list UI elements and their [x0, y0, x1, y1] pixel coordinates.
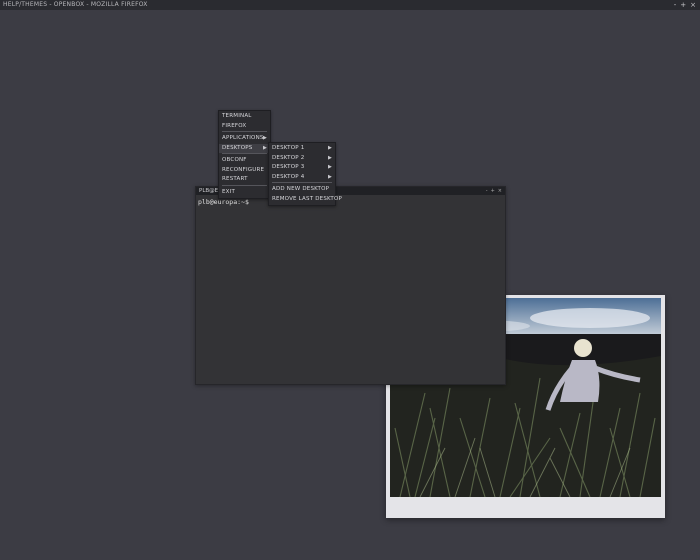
- submenu-arrow-icon: ▶: [327, 164, 332, 170]
- submenu-item-desktop-4[interactable]: DESKTOP 4 ▶: [269, 173, 335, 183]
- submenu-arrow-icon: ▶: [262, 144, 267, 151]
- submenu-item-desktop-2[interactable]: DESKTOP 2 ▶: [269, 154, 335, 164]
- menu-item-label: TERMINAL: [222, 113, 252, 119]
- submenu-arrow-icon: ▶: [327, 145, 332, 151]
- maximize-button[interactable]: +: [680, 0, 686, 10]
- menu-item-desktops[interactable]: DESKTOPS ▶: [219, 143, 270, 153]
- submenu-item-add-new-desktop[interactable]: ADD NEW DESKTOP: [269, 185, 335, 195]
- submenu-arrow-icon: ▶: [327, 154, 332, 161]
- submenu-arrow-icon: ▶: [262, 135, 267, 141]
- terminal-window[interactable]: PLB@EU - + × plb@europa:~$: [195, 186, 506, 385]
- terminal-maximize-button[interactable]: +: [491, 187, 495, 195]
- window-titlebar: HELP/THEMES - OPENBOX - MOZILLA FIREFOX …: [0, 0, 700, 10]
- menu-item-label: RESTART: [222, 176, 248, 182]
- menu-item-firefox[interactable]: FIREFOX: [219, 122, 270, 132]
- menu-item-terminal[interactable]: TERMINAL: [219, 112, 270, 122]
- terminal-controls: - + ×: [486, 187, 502, 195]
- terminal-close-button[interactable]: ×: [498, 187, 502, 195]
- menu-item-label: OBCONF: [222, 157, 247, 163]
- root-menu: TERMINAL FIREFOX APPLICATIONS ▶ DESKTOPS…: [218, 110, 271, 199]
- menu-item-label: DESKTOP 4: [272, 173, 305, 180]
- menu-item-restart[interactable]: RESTART: [219, 175, 270, 185]
- menu-item-label: EXIT: [222, 188, 236, 195]
- menu-item-exit[interactable]: EXIT: [219, 188, 270, 198]
- menu-separator: [222, 131, 267, 132]
- close-button[interactable]: ×: [690, 0, 696, 10]
- menu-item-obconf[interactable]: OBCONF: [219, 156, 270, 166]
- minimize-button[interactable]: -: [674, 0, 677, 10]
- submenu-item-desktop-3[interactable]: DESKTOP 3 ▶: [269, 163, 335, 173]
- terminal-prompt[interactable]: plb@europa:~$: [198, 198, 249, 206]
- menu-separator: [222, 153, 267, 154]
- submenu-item-remove-last-desktop[interactable]: REMOVE LAST DESKTOP: [269, 195, 342, 205]
- menu-item-reconfigure[interactable]: RECONFIGURE: [219, 166, 270, 176]
- menu-item-label: APPLICATIONS: [222, 135, 264, 141]
- submenu-arrow-icon: ▶: [327, 173, 332, 180]
- window-controls: - + ×: [674, 0, 696, 10]
- submenu-item-desktop-1[interactable]: DESKTOP 1 ▶: [269, 144, 335, 154]
- terminal-minimize-button[interactable]: -: [486, 187, 488, 195]
- menu-item-label: DESKTOP 3: [272, 164, 305, 170]
- menu-item-label: DESKTOPS: [222, 144, 253, 151]
- menu-item-label: DESKTOP 1: [272, 145, 305, 151]
- menu-separator: [222, 184, 267, 186]
- menu-item-label: ADD NEW DESKTOP: [272, 186, 330, 192]
- menu-item-label: REMOVE LAST DESKTOP: [272, 195, 342, 202]
- window-title: HELP/THEMES - OPENBOX - MOZILLA FIREFOX: [3, 1, 148, 8]
- menu-item-label: DESKTOP 2: [272, 154, 305, 161]
- menu-separator: [272, 182, 332, 183]
- desktops-submenu: DESKTOP 1 ▶ DESKTOP 2 ▶ DESKTOP 3 ▶ DESK…: [268, 142, 342, 206]
- menu-item-label: FIREFOX: [222, 122, 247, 129]
- menu-item-label: RECONFIGURE: [222, 166, 265, 173]
- menu-item-applications[interactable]: APPLICATIONS ▶: [219, 134, 270, 144]
